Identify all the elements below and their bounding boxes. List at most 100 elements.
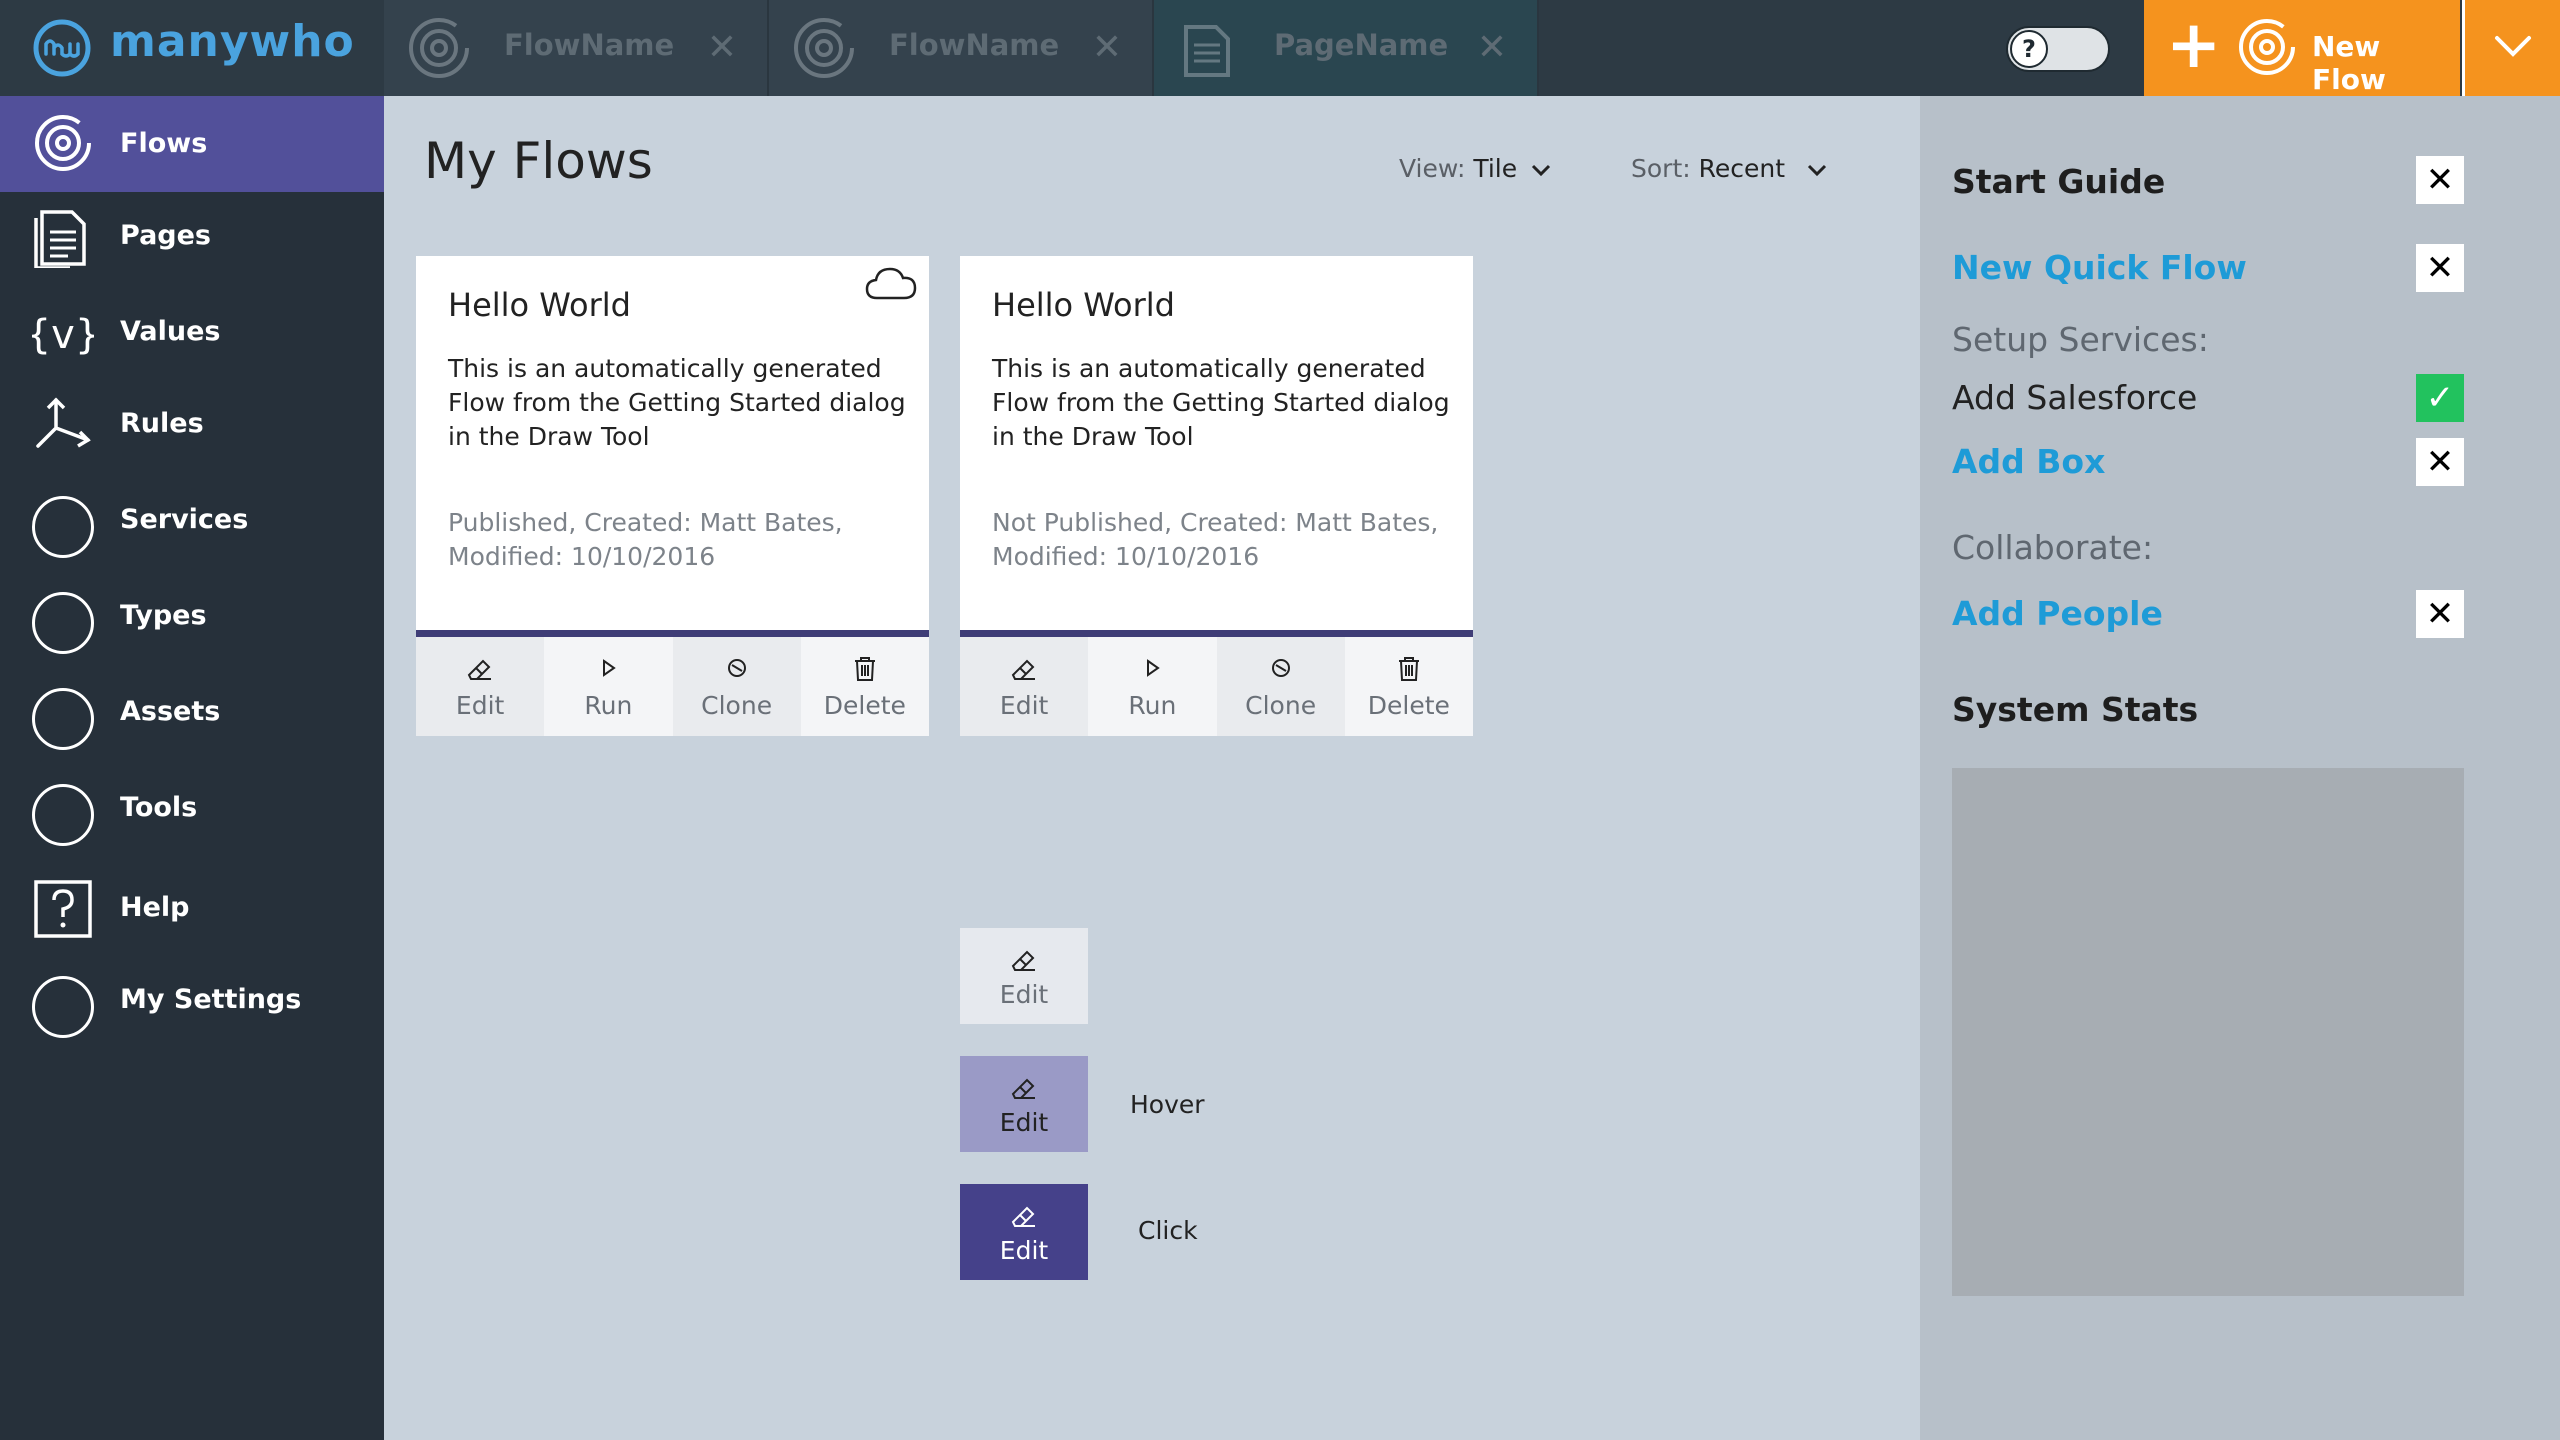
start-guide-panel: Start Guide ✕ New Quick Flow ✕ Setup Ser… (1920, 96, 2560, 1440)
play-icon (1147, 659, 1161, 677)
edit-button[interactable]: Edit (960, 637, 1089, 736)
add-salesforce-row: Add Salesforce ✓ (1952, 374, 2464, 426)
flow-card[interactable]: Hello World This is an automatically gen… (960, 256, 1473, 736)
clone-label: Clone (701, 691, 773, 720)
chevron-down-icon (2495, 36, 2531, 57)
sidebar-item-flows[interactable]: Flows (0, 96, 384, 192)
card-actions: Edit Run Clone Delete (960, 637, 1473, 736)
cloud-icon (865, 267, 917, 300)
new-flow-label: New Flow (2312, 30, 2386, 96)
close-icon[interactable]: ✕ (1477, 30, 1507, 66)
sidebar-item-values[interactable]: {v} Values (0, 288, 384, 384)
sort-value: Recent (1698, 154, 1786, 183)
new-flow-dropdown-button[interactable] (2462, 0, 2560, 96)
system-stats-row: System Stats (1952, 688, 2464, 740)
edit-button-click[interactable]: Edit (960, 1184, 1088, 1280)
tab-flow-2[interactable]: FlowName ✕ (769, 0, 1154, 96)
eraser-icon (467, 659, 492, 680)
circle-icon (32, 496, 94, 558)
sidebar-item-services[interactable]: Services (0, 474, 384, 570)
eraser-icon (1011, 659, 1036, 680)
card-actions: Edit Run Clone Delete (416, 637, 929, 736)
close-icon[interactable]: ✕ (707, 30, 737, 66)
circle-icon (32, 592, 94, 654)
edit-button-default[interactable]: Edit (960, 928, 1088, 1024)
card-description: This is an automatically generated Flow … (992, 354, 1450, 451)
sidebar-item-label: My Settings (120, 984, 302, 1015)
start-guide-row: Start Guide ✕ (1952, 156, 2464, 208)
hover-state-label: Hover (1130, 1090, 1205, 1119)
view-selector[interactable]: View: Tile (1399, 154, 1551, 183)
edit-button-hover[interactable]: Edit (960, 1056, 1088, 1152)
sidebar-item-help[interactable]: Help (0, 862, 384, 958)
delete-label: Delete (823, 691, 906, 720)
card-divider (416, 630, 929, 637)
delete-button[interactable]: Delete (800, 637, 929, 736)
tab-label: FlowName (504, 28, 675, 62)
close-icon[interactable]: ✕ (2416, 590, 2464, 638)
sidebar-item-label: Services (120, 504, 249, 535)
close-icon[interactable]: ✕ (2416, 244, 2464, 292)
flow-card[interactable]: Hello World This is an automatically gen… (416, 256, 929, 736)
chevron-down-icon (1807, 164, 1827, 177)
run-button[interactable]: Run (544, 637, 673, 736)
sidebar-item-label: Help (120, 892, 190, 923)
circle-icon (32, 688, 94, 750)
close-icon[interactable]: ✕ (2416, 438, 2464, 486)
sidebar-item-types[interactable]: Types (0, 570, 384, 666)
help-toggle[interactable]: ? (2006, 26, 2110, 72)
new-quick-flow-link[interactable]: New Quick Flow (1952, 248, 2247, 287)
add-people-row: Add People ✕ (1952, 590, 2464, 642)
sidebar-item-assets[interactable]: Assets (0, 666, 384, 762)
close-icon[interactable]: ✕ (2416, 156, 2464, 204)
system-stats-chart-area (1952, 768, 2464, 1296)
sidebar-item-label: Rules (120, 408, 204, 439)
values-icon: {v} (32, 312, 94, 358)
sort-selector[interactable]: Sort: Recent (1631, 154, 1827, 183)
add-salesforce-label: Add Salesforce (1952, 378, 2198, 417)
eraser-icon (1011, 1206, 1035, 1227)
add-box-link[interactable]: Add Box (1952, 442, 2105, 481)
sidebar-item-rules[interactable]: Rules (0, 384, 384, 480)
top-bar: manywho FlowName ✕ FlowName ✕ PageName ✕… (0, 0, 2560, 96)
trash-icon (854, 657, 875, 681)
check-icon[interactable]: ✓ (2416, 374, 2464, 422)
sidebar-item-tools[interactable]: Tools (0, 762, 384, 858)
add-people-link[interactable]: Add People (1952, 594, 2163, 633)
click-state-label: Click (1138, 1216, 1198, 1245)
collaborate-row: Collaborate: (1952, 526, 2464, 578)
start-guide-title: Start Guide (1952, 162, 2166, 201)
help-toggle-knob: ? (2010, 30, 2048, 68)
sidebar-item-label: Flows (120, 128, 208, 159)
card-description: This is an automatically generated Flow … (448, 354, 906, 451)
page-icon (1184, 25, 1230, 77)
sort-label: Sort: (1631, 154, 1691, 183)
brand[interactable]: manywho (0, 0, 384, 96)
sidebar-item-label: Tools (120, 792, 198, 823)
rules-icon (36, 397, 91, 448)
edit-label: Edit (999, 1107, 1049, 1137)
clone-icon (727, 659, 746, 677)
system-stats-title: System Stats (1952, 690, 2199, 729)
sidebar-item-my-settings[interactable]: My Settings (0, 954, 384, 1050)
delete-button[interactable]: Delete (1344, 637, 1473, 736)
clone-button[interactable]: Clone (1216, 637, 1345, 736)
circle-icon (32, 976, 94, 1038)
close-icon[interactable]: ✕ (1092, 30, 1122, 66)
sidebar-item-label: Types (120, 600, 207, 631)
run-label: Run (1128, 691, 1177, 720)
new-flow-button[interactable]: + New Flow (2144, 0, 2460, 96)
clone-button[interactable]: Clone (672, 637, 801, 736)
sidebar: Flows Pages {v} Values Rules Services Ty… (0, 96, 384, 1440)
tab-flow-1[interactable]: FlowName ✕ (384, 0, 769, 96)
edit-label: Edit (999, 979, 1049, 1009)
delete-label: Delete (1367, 691, 1450, 720)
tab-page[interactable]: PageName ✕ (1154, 0, 1539, 96)
edit-button[interactable]: Edit (416, 637, 545, 736)
sidebar-item-pages[interactable]: Pages (0, 192, 384, 288)
run-button[interactable]: Run (1088, 637, 1217, 736)
clone-icon (1271, 659, 1290, 677)
play-icon (603, 659, 617, 677)
card-title: Hello World (992, 286, 1175, 324)
view-label: View: (1399, 154, 1466, 183)
